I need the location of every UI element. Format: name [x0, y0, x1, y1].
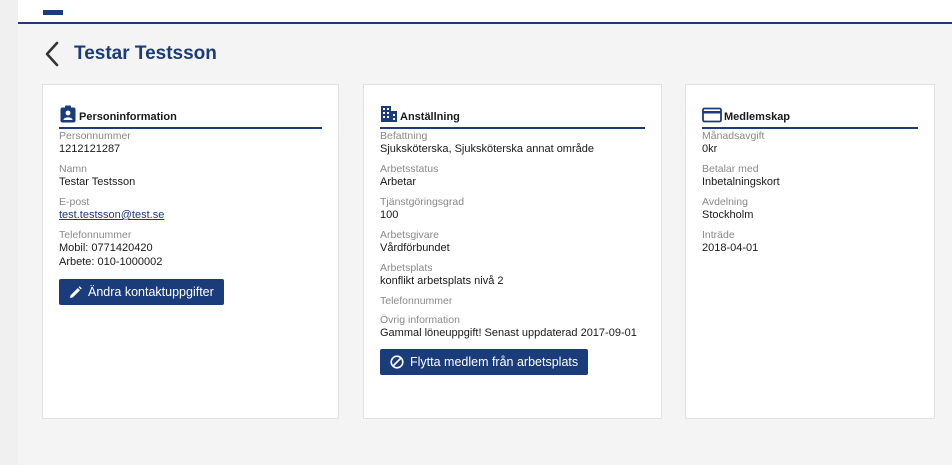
id-badge-icon	[59, 105, 77, 123]
person-fields: Personnummer 1212121287 Namn Testar Test…	[59, 130, 326, 305]
employment-title: Anställning	[400, 111, 460, 123]
field-tjanstgoringsgrad: Tjänstgöringsgrad 100	[380, 196, 649, 222]
field-value: Vårdförbundet	[380, 242, 450, 254]
field-label: Personnummer	[59, 130, 131, 142]
field-arbetsstatus: Arbetsstatus Arbetar	[380, 163, 649, 189]
pencil-icon	[69, 285, 82, 299]
edit-contact-button[interactable]: Ändra kontaktuppgifter	[59, 279, 224, 305]
field-label: Betalar med	[702, 163, 759, 175]
field-value: 2018-04-01	[702, 242, 759, 254]
back-button[interactable]	[40, 40, 64, 68]
field-label: Arbetsstatus	[380, 163, 439, 175]
field-value: 100	[380, 209, 399, 221]
employment-fields: Befattning Sjuksköterska, Sjuksköterska …	[380, 130, 649, 375]
field-label: Inträde	[702, 229, 735, 241]
field-namn: Namn Testar Testsson	[59, 163, 326, 189]
field-label: Telefonnummer	[59, 229, 132, 241]
field-intrade: Inträde 2018-04-01	[702, 229, 922, 255]
membership-title: Medlemskap	[724, 111, 791, 123]
email-link[interactable]: test.testsson@test.se	[59, 208, 326, 222]
field-label: Övrig information	[380, 314, 460, 326]
field-label: Arbetsplats	[380, 262, 433, 274]
membership-header: Medlemskap	[702, 103, 918, 129]
field-telefonnummer: Telefonnummer	[380, 295, 649, 307]
card-icon	[702, 107, 722, 123]
move-member-button[interactable]: Flytta medlem från arbetsplats	[380, 349, 589, 375]
field-betalar-med: Betalar med Inbetalningskort	[702, 163, 922, 189]
field-telefonnummer: Telefonnummer Mobil: 0771420420 Arbete: …	[59, 229, 326, 269]
field-label: E-post	[59, 196, 90, 208]
field-value: Stockholm	[702, 209, 754, 221]
page-title: Testar Testsson	[74, 43, 217, 64]
field-value: Arbetar	[380, 176, 417, 188]
field-value: 0kr	[702, 143, 718, 155]
page-header: Testar Testsson	[40, 40, 217, 68]
field-ovrig-information: Övrig information Gammal löneuppgift! Se…	[380, 314, 649, 340]
field-label: Tjänstgöringsgrad	[380, 196, 465, 208]
left-rail	[0, 0, 18, 465]
person-info-title: Personinformation	[79, 111, 177, 123]
field-befattning: Befattning Sjuksköterska, Sjuksköterska …	[380, 130, 649, 156]
field-arbetsplats: Arbetsplats konflikt arbetsplats nivå 2	[380, 262, 649, 288]
membership-fields: Månadsavgift 0kr Betalar med Inbetalning…	[702, 130, 922, 262]
field-manadsavgift: Månadsavgift 0kr	[702, 130, 922, 156]
field-label: Befattning	[380, 130, 428, 142]
field-avdelning: Avdelning Stockholm	[702, 196, 922, 222]
field-value: Inbetalningskort	[702, 176, 780, 188]
chevron-left-icon	[45, 41, 59, 67]
field-label: Månadsavgift	[702, 130, 765, 142]
field-value: konflikt arbetsplats nivå 2	[380, 275, 504, 287]
no-entry-icon	[390, 355, 404, 369]
edit-contact-label: Ändra kontaktuppgifter	[88, 285, 214, 299]
field-value: Testar Testsson	[59, 176, 136, 188]
field-label: Arbetsgivare	[380, 229, 439, 241]
field-label: Telefonnummer	[380, 295, 453, 307]
employment-header: Anställning	[380, 103, 645, 129]
field-value: Gammal löneuppgift! Senast uppdaterad 20…	[380, 327, 637, 339]
person-info-header: Personinformation	[59, 103, 322, 129]
phone-work: Arbete: 010-1000002	[59, 256, 163, 268]
field-label: Avdelning	[702, 196, 748, 208]
employment-card: Anställning Befattning Sjuksköterska, Sj…	[363, 84, 662, 419]
person-info-card: Personinformation Personnummer 121212128…	[42, 84, 339, 419]
field-value: Sjuksköterska, Sjuksköterska annat områd…	[380, 143, 594, 155]
top-tab-indicator	[43, 10, 63, 15]
move-member-label: Flytta medlem från arbetsplats	[410, 355, 579, 369]
field-value: 1212121287	[59, 143, 121, 155]
membership-card: Medlemskap Månadsavgift 0kr Betalar med …	[685, 84, 935, 419]
phone-mobile: Mobil: 0771420420	[59, 242, 153, 254]
building-icon	[380, 105, 398, 123]
field-label: Namn	[59, 163, 88, 175]
field-personnummer: Personnummer 1212121287	[59, 130, 326, 156]
field-epost: E-post test.testsson@test.se	[59, 196, 326, 222]
field-arbetsgivare: Arbetsgivare Vårdförbundet	[380, 229, 649, 255]
